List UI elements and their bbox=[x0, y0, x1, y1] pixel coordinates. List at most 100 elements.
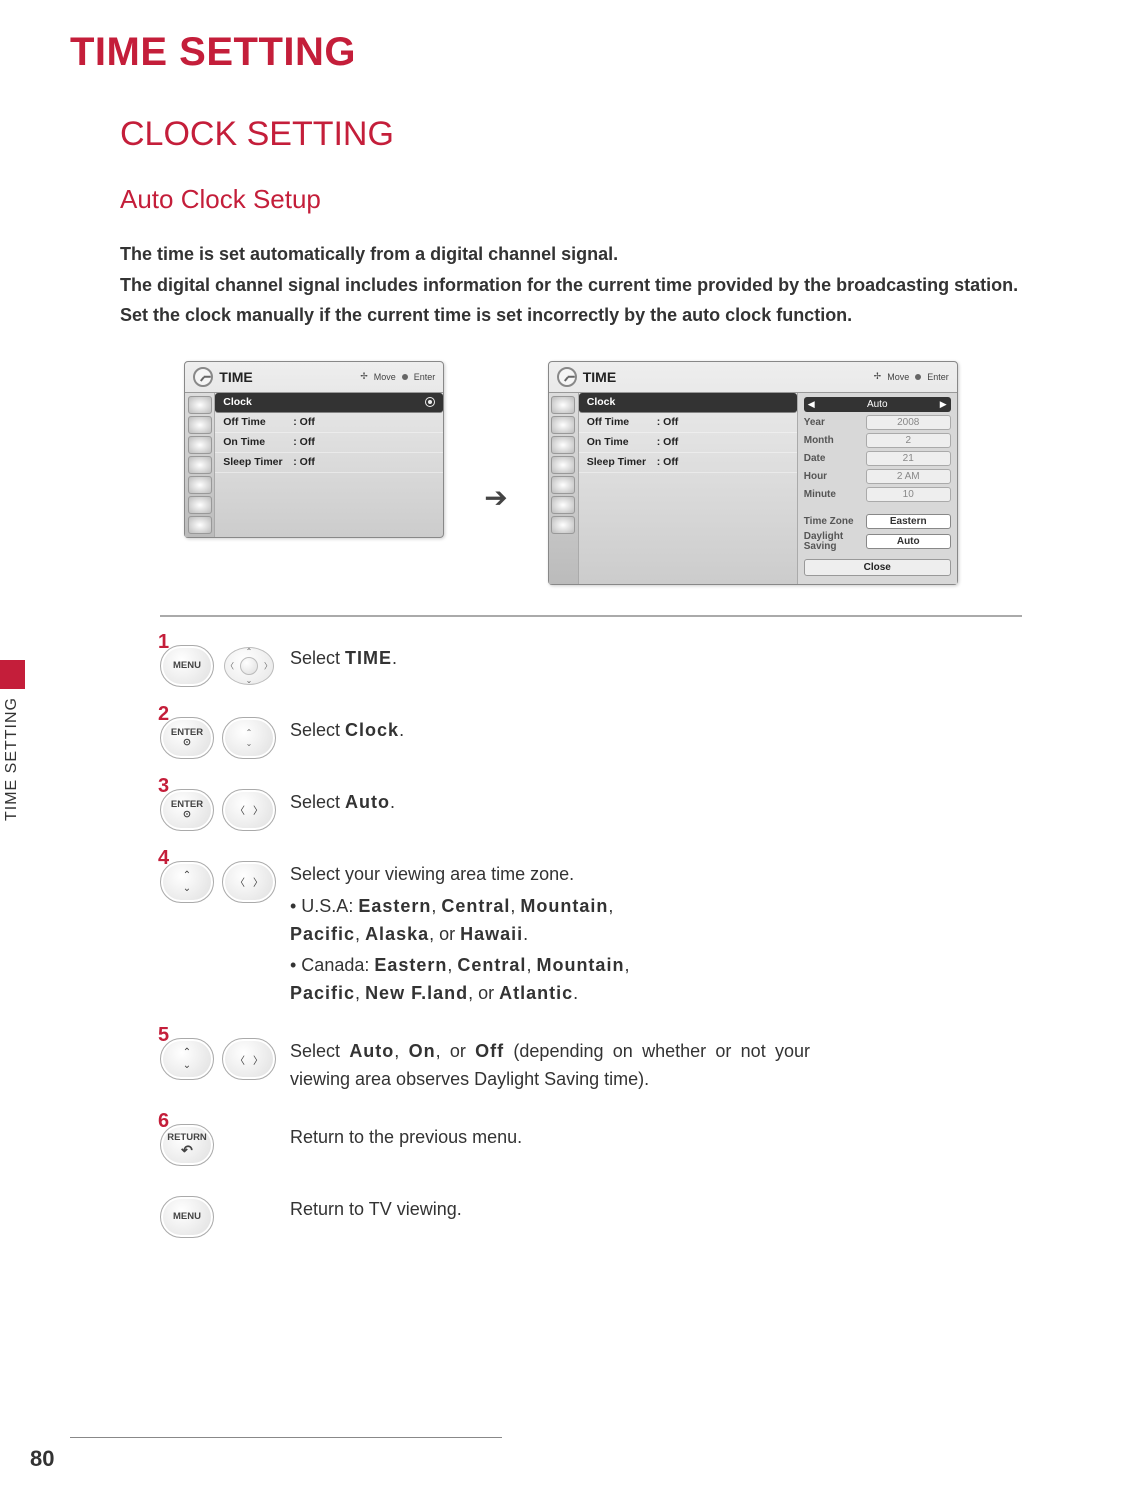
intro-paragraph: The time is set automatically from a dig… bbox=[120, 239, 1072, 331]
horizontal-divider bbox=[160, 615, 1022, 617]
footer-line bbox=[70, 1437, 502, 1438]
osd-ic-3 bbox=[188, 436, 212, 454]
step-4-usa: • U.S.A: Eastern, Central, Mountain, Pac… bbox=[290, 893, 810, 949]
enter-dot-icon bbox=[915, 374, 921, 380]
step-5-text: Select Auto, On, or Off (depending on wh… bbox=[290, 1038, 810, 1094]
osd2-hour-row: Hour 2 AM bbox=[804, 469, 951, 484]
osd1-row-ontime[interactable]: On Time : Off bbox=[215, 433, 443, 453]
enter-button[interactable]: ENTER⊙ bbox=[160, 717, 214, 759]
radio-selected-icon bbox=[425, 397, 435, 407]
caret-left-icon: 〈 bbox=[235, 874, 245, 889]
caret-up-icon: ⌃ bbox=[183, 870, 191, 881]
caret-down-icon: ⌄ bbox=[246, 676, 253, 685]
osd1-sidebar-icons bbox=[185, 393, 215, 537]
page-title: TIME SETTING bbox=[70, 30, 1092, 75]
osd2-hints: ✢ Move Enter bbox=[874, 371, 949, 382]
updown-button[interactable]: ⌃ ⌄ bbox=[222, 717, 276, 759]
osd-ic-5 bbox=[188, 476, 212, 494]
arrow-right-icon: ➔ bbox=[484, 481, 507, 514]
osd-ic-7 bbox=[188, 516, 212, 534]
caret-up-icon: ⌃ bbox=[246, 647, 253, 656]
caret-left-icon: 〈 bbox=[235, 1052, 245, 1067]
step-1: 1 MENU ⌃ ⌄ 〈 〉 Select TIME. bbox=[160, 645, 1042, 687]
section-title: CLOCK SETTING bbox=[120, 115, 1092, 154]
osd2-row-ontime[interactable]: On Time : Off bbox=[579, 433, 797, 453]
dpad-full-icon[interactable]: ⌃ ⌄ 〈 〉 bbox=[222, 645, 276, 687]
osd1-row-offtime[interactable]: Off Time : Off bbox=[215, 413, 443, 433]
caret-right-icon: 〉 bbox=[253, 1052, 263, 1067]
step-5: 5 ⌃ ⌄ 〈 〉 Select Auto, On, or Off (depen… bbox=[160, 1038, 1042, 1094]
osd1-list: Clock Off Time : Off On Time : Off Sleep… bbox=[215, 393, 443, 537]
updown-button[interactable]: ⌃ ⌄ bbox=[160, 861, 214, 903]
osd2-title: TIME bbox=[583, 369, 874, 385]
osd1-row-sleeptimer[interactable]: Sleep Timer : Off bbox=[215, 453, 443, 473]
page-number: 80 bbox=[30, 1446, 54, 1472]
step-4-canada: • Canada: Eastern, Central, Mountain, Pa… bbox=[290, 952, 810, 1008]
triangle-left-icon[interactable]: ◀ bbox=[804, 399, 819, 410]
osd2-clock-detail: ◀ Auto ▶ Year 2008 Month 2 Date 21 Hou bbox=[797, 393, 957, 584]
caret-up-icon: ⌃ bbox=[246, 728, 253, 737]
caret-up-icon: ⌃ bbox=[183, 1047, 191, 1058]
osd2-row-offtime[interactable]: Off Time : Off bbox=[579, 413, 797, 433]
side-tab-label: TIME SETTING bbox=[3, 697, 21, 821]
step-7: MENU Return to TV viewing. bbox=[160, 1196, 1042, 1238]
leftright-button[interactable]: 〈 〉 bbox=[222, 1038, 276, 1080]
osd2-date-row: Date 21 bbox=[804, 451, 951, 466]
caret-down-icon: ⌄ bbox=[183, 883, 191, 894]
move-arrows-icon: ✢ bbox=[874, 371, 882, 382]
osd2-row-clock[interactable]: Clock bbox=[579, 393, 797, 413]
side-tab: TIME SETTING bbox=[0, 660, 34, 870]
step-4-text: Select your viewing area time zone. • U.… bbox=[290, 861, 810, 1008]
return-button[interactable]: RETURN↶ bbox=[160, 1124, 214, 1166]
subsection-title: Auto Clock Setup bbox=[120, 184, 1092, 215]
leftright-button[interactable]: 〈 〉 bbox=[222, 789, 276, 831]
step-4: 4 ⌃ ⌄ 〈 〉 Select your viewing area time … bbox=[160, 861, 1042, 1008]
step-6: 6 RETURN↶ Return to the previous menu. bbox=[160, 1124, 1042, 1166]
osd-ic-1 bbox=[188, 396, 212, 414]
step-2-text: Select Clock. bbox=[290, 717, 810, 745]
leftright-button[interactable]: 〈 〉 bbox=[222, 861, 276, 903]
step-7-text: Return to TV viewing. bbox=[290, 1196, 810, 1224]
enter-button[interactable]: ENTER⊙ bbox=[160, 789, 214, 831]
osd-ic-2 bbox=[188, 416, 212, 434]
caret-right-icon: 〉 bbox=[253, 802, 263, 817]
intro-line-3: Set the clock manually if the current ti… bbox=[120, 300, 1072, 331]
step-1-text: Select TIME. bbox=[290, 645, 810, 673]
menu-button[interactable]: MENU bbox=[160, 645, 214, 687]
steps-list: 1 MENU ⌃ ⌄ 〈 〉 Select TIME. 2 ENTER⊙ ⌃ ⌄… bbox=[160, 645, 1042, 1238]
osd2-month-row: Month 2 bbox=[804, 433, 951, 448]
updown-button[interactable]: ⌃ ⌄ bbox=[160, 1038, 214, 1080]
osd2-auto-selector[interactable]: ◀ Auto ▶ bbox=[804, 397, 951, 412]
osd-panels-row: TIME ✢ Move Enter Clock bbox=[50, 361, 1092, 585]
move-arrows-icon: ✢ bbox=[360, 371, 368, 382]
triangle-right-icon[interactable]: ▶ bbox=[936, 399, 951, 410]
step-6-text: Return to the previous menu. bbox=[290, 1124, 810, 1152]
caret-down-icon: ⌄ bbox=[246, 739, 253, 748]
caret-down-icon: ⌄ bbox=[183, 1060, 191, 1071]
step-3-text: Select Auto. bbox=[290, 789, 810, 817]
osd1-title: TIME bbox=[219, 369, 360, 385]
intro-line-2: The digital channel signal includes info… bbox=[120, 270, 1072, 301]
osd2-timezone-row: Time Zone Eastern bbox=[804, 514, 951, 529]
osd2-list: Clock Off Time : Off On Time : Off Sleep… bbox=[579, 393, 797, 584]
caret-right-icon: 〉 bbox=[264, 660, 272, 671]
enter-dot-icon bbox=[402, 374, 408, 380]
osd-ic-4 bbox=[188, 456, 212, 474]
osd2-sidebar-icons bbox=[549, 393, 579, 584]
osd2-row-sleeptimer[interactable]: Sleep Timer : Off bbox=[579, 453, 797, 473]
caret-left-icon: 〈 bbox=[235, 802, 245, 817]
step-3: 3 ENTER⊙ 〈 〉 Select Auto. bbox=[160, 789, 1042, 831]
intro-line-1: The time is set automatically from a dig… bbox=[120, 239, 1072, 270]
return-icon: ↶ bbox=[181, 1142, 193, 1158]
osd2-close-button[interactable]: Close bbox=[804, 559, 951, 576]
side-tab-accent bbox=[0, 660, 25, 689]
osd2-year-row: Year 2008 bbox=[804, 415, 951, 430]
menu-button[interactable]: MENU bbox=[160, 1196, 214, 1238]
osd1-hints: ✢ Move Enter bbox=[360, 371, 435, 382]
caret-right-icon: 〉 bbox=[253, 874, 263, 889]
osd1-row-clock[interactable]: Clock bbox=[215, 393, 443, 413]
osd-panel-before: TIME ✢ Move Enter Clock bbox=[184, 361, 444, 538]
osd2-daylight-row: DaylightSaving Auto bbox=[804, 532, 951, 552]
step-2: 2 ENTER⊙ ⌃ ⌄ Select Clock. bbox=[160, 717, 1042, 759]
osd-panel-after: TIME ✢ Move Enter Clock Off bbox=[548, 361, 958, 585]
